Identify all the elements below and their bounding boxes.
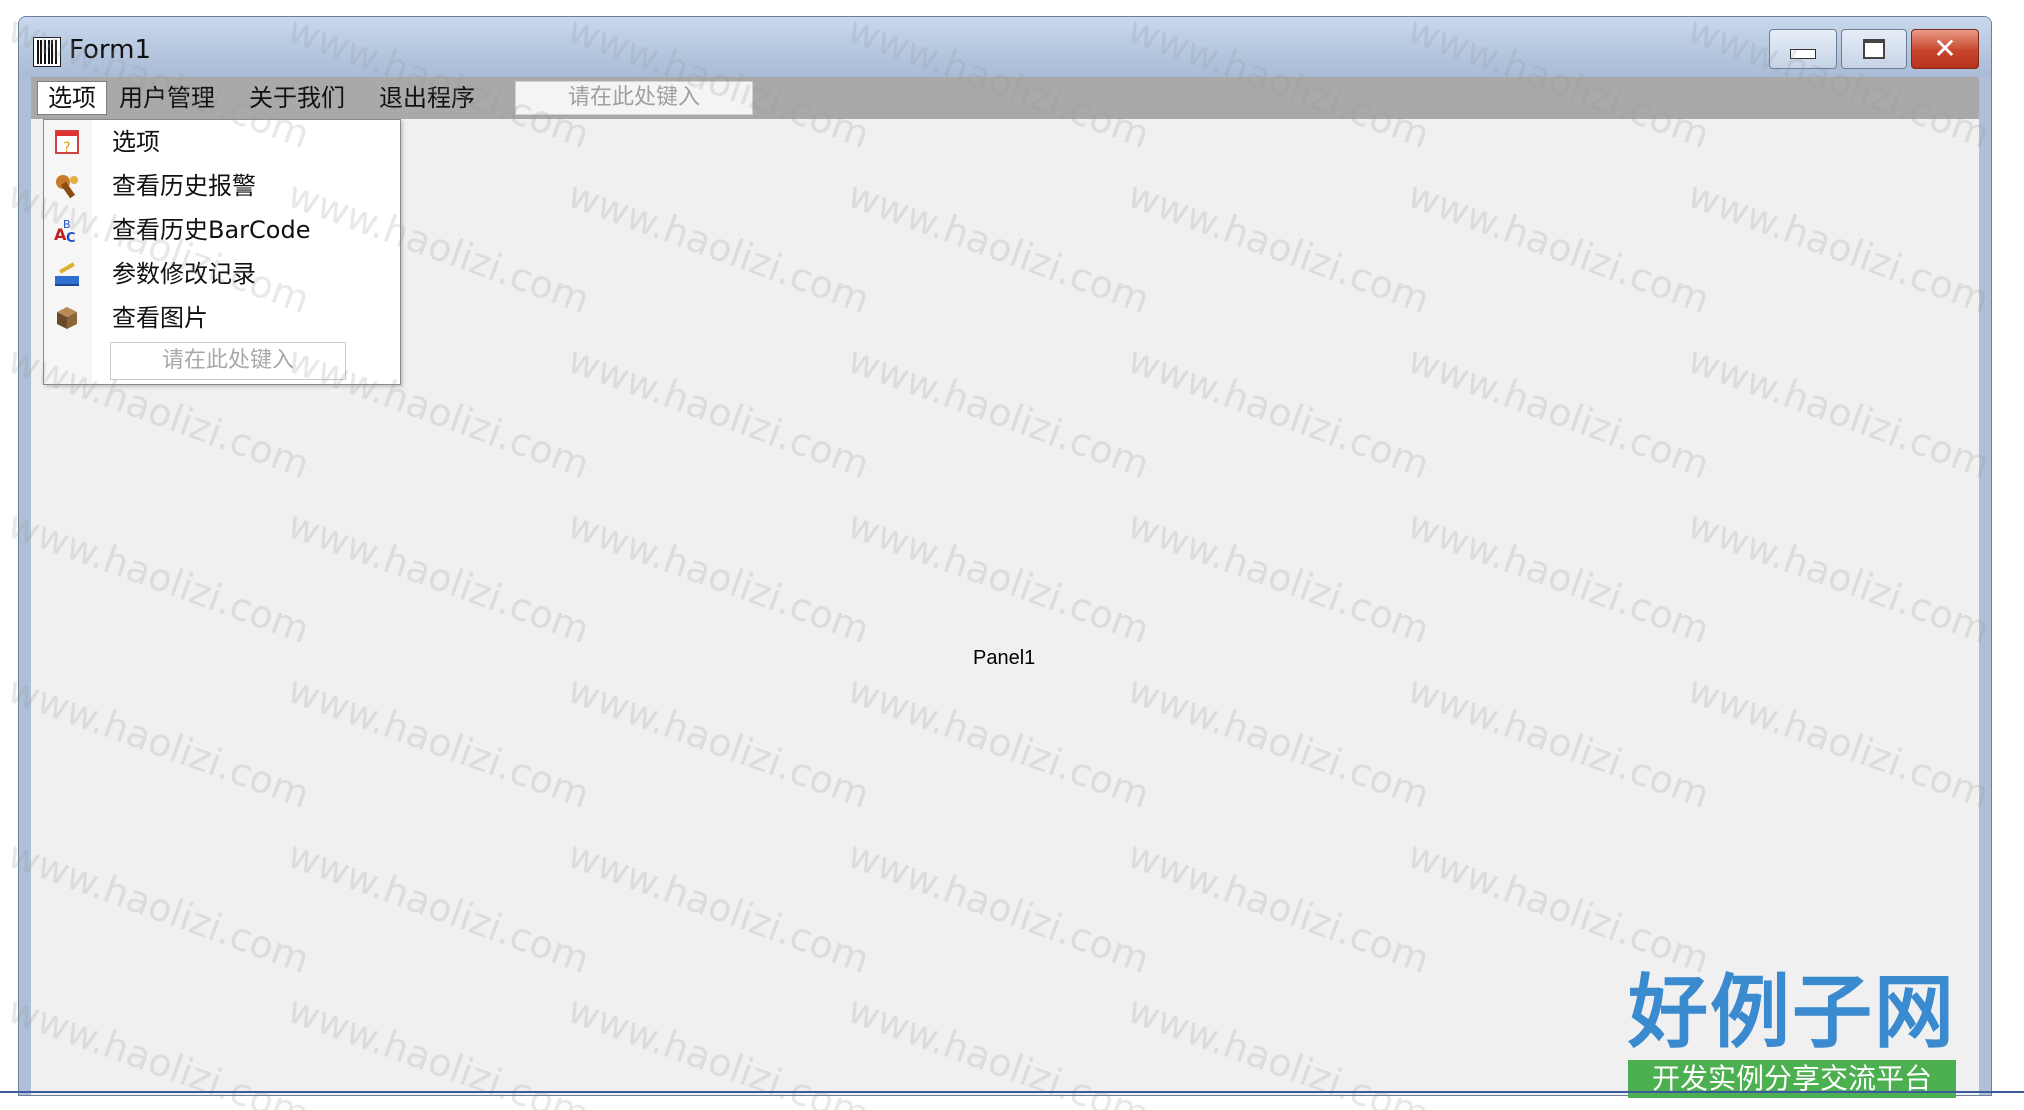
picture-icon xyxy=(52,304,82,332)
barcode-history-icon: ACB xyxy=(52,216,82,244)
site-brand-logo: 好例子网 开发实例分享交流平台 xyxy=(1628,968,1956,1100)
dropdown-item-label: 选项 xyxy=(112,128,160,156)
maximize-icon xyxy=(1863,39,1885,59)
alarm-history-icon xyxy=(52,172,82,200)
client-area: 选项 用户管理 关于我们 退出程序 请在此处键入 Panel1 ? 选项 查看历… xyxy=(31,77,1979,1095)
dropdown-item-label: 参数修改记录 xyxy=(112,260,256,288)
edit-log-icon xyxy=(52,260,82,288)
bottom-border-line xyxy=(0,1091,2024,1093)
dropdown-item-parameter-log[interactable]: 参数修改记录 xyxy=(44,254,400,294)
minimize-button[interactable] xyxy=(1769,29,1837,69)
menu-options[interactable]: 选项 xyxy=(37,81,107,115)
dropdown-item-label: 查看图片 xyxy=(112,304,208,332)
menu-exit-program[interactable]: 退出程序 xyxy=(369,81,485,115)
options-icon: ? xyxy=(52,128,82,156)
close-icon: ✕ xyxy=(1933,32,1957,65)
options-dropdown-menu: ? 选项 查看历史报警 ACB 查看历史BarCode 参数修改记录 查看图片 … xyxy=(43,119,401,385)
dropdown-item-label: 查看历史报警 xyxy=(112,172,256,200)
menu-about-us[interactable]: 关于我们 xyxy=(239,81,355,115)
dropdown-item-barcode-history[interactable]: ACB 查看历史BarCode xyxy=(44,210,400,250)
menu-user-management[interactable]: 用户管理 xyxy=(109,81,225,115)
dropdown-type-here-input[interactable]: 请在此处键入 xyxy=(110,342,346,380)
dropdown-item-alarm-history[interactable]: 查看历史报警 xyxy=(44,166,400,206)
main-window: Form1 ✕ 选项 用户管理 关于我们 退出程序 请在此处键入 Panel1 … xyxy=(18,16,1992,1096)
brand-title: 好例子网 xyxy=(1628,966,1956,1059)
title-bar[interactable]: Form1 ✕ xyxy=(19,17,1991,77)
maximize-button[interactable] xyxy=(1841,29,1907,69)
barcode-icon xyxy=(33,37,61,67)
svg-text:B: B xyxy=(63,218,71,231)
dropdown-item-label: 查看历史BarCode xyxy=(112,216,311,244)
window-title: Form1 xyxy=(69,35,152,65)
svg-text:?: ? xyxy=(63,140,70,156)
menu-bar: 选项 用户管理 关于我们 退出程序 请在此处键入 xyxy=(31,77,1979,119)
close-button[interactable]: ✕ xyxy=(1911,29,1979,69)
menu-type-here-input[interactable]: 请在此处键入 xyxy=(515,81,753,115)
svg-text:C: C xyxy=(66,231,76,244)
dropdown-item-view-pictures[interactable]: 查看图片 xyxy=(44,298,400,338)
dropdown-item-options[interactable]: ? 选项 xyxy=(44,122,400,162)
minimize-icon xyxy=(1790,49,1816,59)
panel-label: Panel1 xyxy=(973,647,1036,669)
